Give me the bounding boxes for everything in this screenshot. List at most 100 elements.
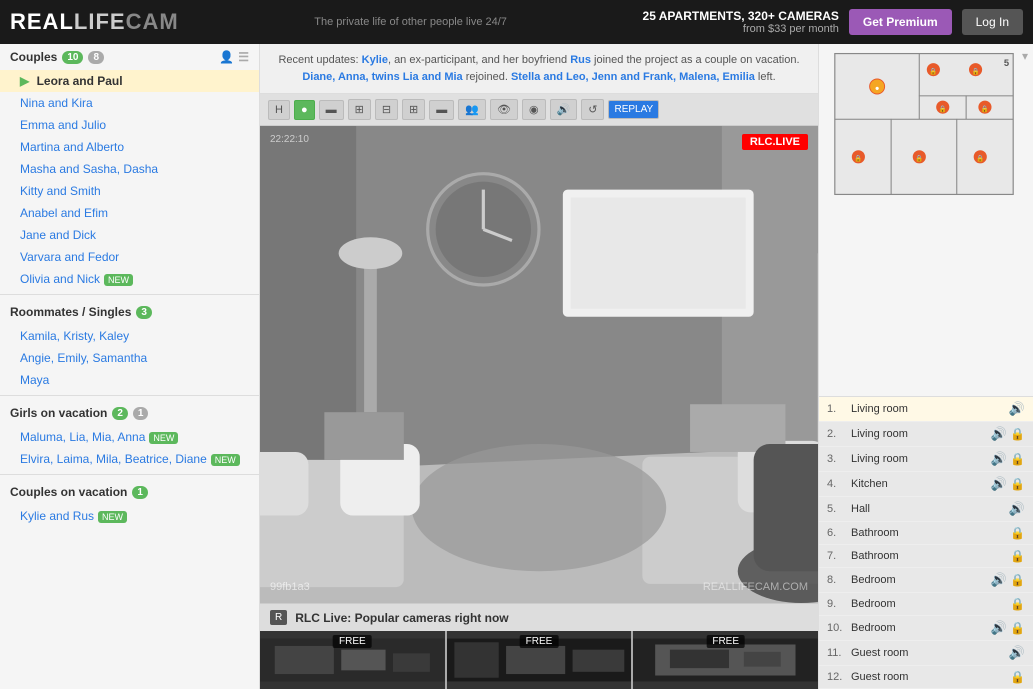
toolbar-layout2-button[interactable]: ⊞ <box>348 99 371 120</box>
section-icons: 👤 ☰ <box>219 50 249 64</box>
apartments-info: 25 APARTMENTS, 320+ CAMERAS from $33 per… <box>643 9 839 35</box>
room-icons: 🔊 <box>1009 501 1025 517</box>
girls-vac-badge2: 1 <box>133 407 149 420</box>
couple-name: Jane and Dick <box>20 228 96 242</box>
toolbar-refresh-button[interactable]: ↺ <box>581 99 604 120</box>
thumb-2[interactable]: FREE <box>447 631 632 689</box>
room-name: Bathroom <box>851 527 1006 539</box>
room-item-4[interactable]: 4. Kitchen 🔊 🔒 <box>819 472 1033 497</box>
cam-live-badge: RLC.LIVE <box>742 134 808 150</box>
room-num: 6. <box>827 527 847 539</box>
lock-icon: 🔒 <box>1010 597 1025 611</box>
camera-feed <box>260 126 818 603</box>
svg-text:🔒: 🔒 <box>915 155 923 163</box>
toolbar-person-button[interactable]: 👥 <box>458 99 486 120</box>
room-icons: 🔊 🔒 <box>991 572 1025 588</box>
floor-plan-toggle[interactable]: ▾ <box>1022 49 1028 63</box>
sound-icon: 🔊 <box>991 620 1007 636</box>
room-item-5[interactable]: 5. Hall 🔊 <box>819 497 1033 522</box>
sidebar-item-elvira[interactable]: Elvira, Laima, Mila, Beatrice, DianeNEW <box>0 448 259 470</box>
room-icons: 🔊 <box>1009 645 1025 661</box>
girls-vac-section-header: Girls on vacation 2 1 <box>0 400 259 426</box>
toolbar-audio-button[interactable]: 🔊 <box>550 99 578 120</box>
notif-rejoined: Diane, Anna, twins Lia and Mia <box>302 71 462 83</box>
sidebar-item-maya[interactable]: Maya <box>0 369 259 391</box>
room-icons: 🔊 🔒 <box>991 620 1025 636</box>
header-right: 25 APARTMENTS, 320+ CAMERAS from $33 per… <box>643 9 1023 35</box>
login-button[interactable]: Log In <box>962 9 1023 35</box>
lock-icon: 🔒 <box>1010 621 1025 635</box>
room-num: 2. <box>827 428 847 440</box>
sidebar-item-kylie-rus[interactable]: Kylie and RusNEW <box>0 505 259 527</box>
toolbar-replay-button[interactable]: REPLAY <box>608 100 659 119</box>
room-item-8[interactable]: 8. Bedroom 🔊 🔒 <box>819 568 1033 593</box>
toolbar-eye-button[interactable]: 👁 <box>490 99 518 120</box>
toolbar-grid-button[interactable]: ⊞ <box>402 99 425 120</box>
header: REALLIFECAM The private life of other pe… <box>0 0 1033 44</box>
get-premium-button[interactable]: Get Premium <box>849 9 952 35</box>
lock-icon: 🔒 <box>1010 427 1025 441</box>
room-item-10[interactable]: 10. Bedroom 🔊 🔒 <box>819 616 1033 641</box>
svg-text:🔒: 🔒 <box>981 105 989 113</box>
notif-rejoined-text: rejoined. <box>463 71 511 83</box>
room-item-3[interactable]: 3. Living room 🔊 🔒 <box>819 447 1033 472</box>
svg-text:🔒: 🔒 <box>939 105 947 113</box>
room-icons: 🔒 <box>1010 597 1025 611</box>
girls-vac-badge1: 2 <box>112 407 128 420</box>
sidebar-item-nina-kira[interactable]: Nina and Kira <box>0 92 259 114</box>
girls-name: Elvira, Laima, Mila, Beatrice, Diane <box>20 452 207 466</box>
sound-icon: 🔊 <box>1009 501 1025 517</box>
toolbar-wide-button[interactable]: ▬ <box>429 100 454 120</box>
toolbar-record-button[interactable]: ● <box>294 100 315 120</box>
room-name: Bathroom <box>851 550 1006 562</box>
couple-name: Nina and Kira <box>20 96 93 110</box>
roommates-name: Angie, Emily, Samantha <box>20 351 147 365</box>
room-item-7[interactable]: 7. Bathroom 🔒 <box>819 545 1033 568</box>
room-item-1[interactable]: 1. Living room 🔊 <box>819 397 1033 422</box>
sidebar-item-angie[interactable]: Angie, Emily, Samantha <box>0 347 259 369</box>
notif-text3: joined the project as a couple on vacati… <box>591 54 800 66</box>
sidebar-item-varvara-fedor[interactable]: Varvara and Fedor <box>0 246 259 268</box>
couple-name: Leora and Paul <box>37 74 123 88</box>
svg-text:🔒: 🔒 <box>929 67 937 75</box>
lock-icon: 🔒 <box>1010 477 1025 491</box>
room-item-6[interactable]: 6. Bathroom 🔒 <box>819 522 1033 545</box>
sidebar-item-leora-paul[interactable]: ▶ Leora and Paul <box>0 70 259 92</box>
sidebar-item-olivia-nick[interactable]: Olivia and NickNEW <box>0 268 259 290</box>
sidebar-item-masha-sasha[interactable]: Masha and Sasha, Dasha <box>0 158 259 180</box>
floor-plan-svg: 11 🔒 🔒 🔒 🔒 🔒 🔒 🔒 ● 5 <box>824 49 1024 199</box>
toolbar-layout3-button[interactable]: ⊟ <box>375 99 398 120</box>
room-num: 4. <box>827 478 847 490</box>
sidebar-item-kamila[interactable]: Kamila, Kristy, Kaley <box>0 325 259 347</box>
toolbar-cam-button[interactable]: ◉ <box>522 99 546 120</box>
room-name: Guest room <box>851 671 1006 683</box>
sidebar-item-anabel-efim[interactable]: Anabel and Efim <box>0 202 259 224</box>
toolbar-hd-button[interactable]: H <box>268 100 290 120</box>
room-item-2[interactable]: 2. Living room 🔊 🔒 <box>819 422 1033 447</box>
logo-life: LIFE <box>74 9 126 34</box>
couple-name: Emma and Julio <box>20 118 106 132</box>
sidebar-item-jane-dick[interactable]: Jane and Dick <box>0 224 259 246</box>
room-num: 3. <box>827 453 847 465</box>
couple-name: Kitty and Smith <box>20 184 101 198</box>
free-badge-3: FREE <box>706 635 745 648</box>
sidebar-item-kitty-smith[interactable]: Kitty and Smith <box>0 180 259 202</box>
tagline: The private life of other people live 24… <box>199 16 623 28</box>
lock-icon: 🔒 <box>1010 526 1025 540</box>
room-item-11[interactable]: 11. Guest room 🔊 <box>819 641 1033 666</box>
toolbar-layout1-button[interactable]: ▬ <box>319 100 344 120</box>
room-name: Bedroom <box>851 598 1006 610</box>
sidebar-item-maluma[interactable]: Maluma, Lia, Mia, AnnaNEW <box>0 426 259 448</box>
couple-name: Anabel and Efim <box>20 206 108 220</box>
free-badge-2: FREE <box>520 635 559 648</box>
logo-cam: CAM <box>126 9 179 34</box>
sidebar-item-martina-alberto[interactable]: Martina and Alberto <box>0 136 259 158</box>
thumb-1[interactable]: FREE <box>260 631 445 689</box>
room-item-12[interactable]: 12. Guest room 🔒 <box>819 666 1033 689</box>
room-item-9[interactable]: 9. Bedroom 🔒 <box>819 593 1033 616</box>
room-name: Living room <box>851 403 1005 415</box>
cam-timestamp: 22:22:10 <box>270 134 309 145</box>
sidebar-item-emma-julio[interactable]: Emma and Julio <box>0 114 259 136</box>
new-badge: NEW <box>149 432 178 444</box>
thumb-3[interactable]: FREE <box>633 631 818 689</box>
